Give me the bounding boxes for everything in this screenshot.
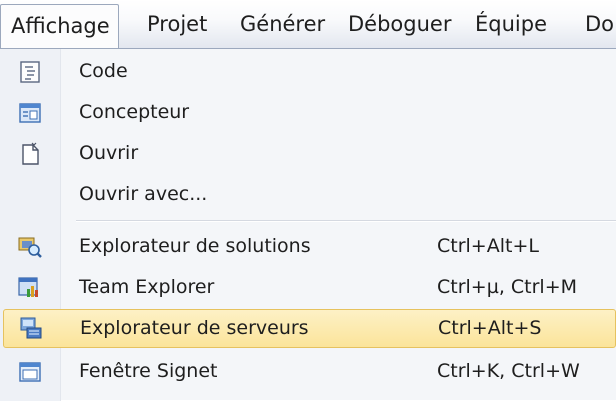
menu-item-explorateur-solutions[interactable]: Explorateur de solutions Ctrl+Alt+L [0, 227, 616, 266]
menu-item-ouvrir[interactable]: Ouvrir [0, 134, 616, 173]
menu-generer[interactable]: Générer [240, 0, 325, 48]
menu-item-label: Explorateur de solutions [79, 235, 311, 257]
server-explorer-icon [20, 317, 42, 339]
team-explorer-icon [18, 277, 38, 297]
menu-separator [76, 220, 616, 222]
menu-affichage[interactable]: Affichage [0, 4, 119, 48]
menu-item-label: Code [79, 60, 128, 82]
menu-item-shortcut: Ctrl+K, Ctrl+W [437, 360, 580, 382]
menu-bar: Affichage Projet Générer Déboguer Équipe… [0, 0, 616, 48]
menu-item-team-explorer[interactable]: Team Explorer Ctrl+µ, Ctrl+M [0, 268, 616, 307]
menu-item-fenetre-signet[interactable]: Fenêtre Signet Ctrl+K, Ctrl+W [0, 352, 616, 391]
menu-item-shortcut: Ctrl+Alt+S [438, 317, 542, 339]
menu-item-label: Team Explorer [79, 276, 215, 298]
menu-item-label: Ouvrir [79, 142, 139, 164]
menu-item-concepteur[interactable]: Concepteur [0, 93, 616, 132]
menu-item-ouvrir-avec[interactable]: Ouvrir avec... [0, 175, 616, 214]
menu-item-explorateur-serveurs[interactable]: Explorateur de serveurs Ctrl+Alt+S [3, 309, 616, 348]
bookmark-window-icon [19, 362, 41, 382]
menu-item-code[interactable]: Code [0, 52, 616, 91]
menu-projet[interactable]: Projet [147, 0, 207, 48]
menu-deboguer[interactable]: Déboguer [348, 0, 451, 48]
menu-item-shortcut: Ctrl+µ, Ctrl+M [437, 276, 578, 298]
menu-item-label: Ouvrir avec... [79, 183, 208, 205]
code-icon [20, 61, 40, 83]
menu-equipe[interactable]: Équipe [475, 0, 547, 48]
menu-item-label: Explorateur de serveurs [80, 317, 309, 339]
designer-icon [19, 103, 41, 123]
menu-item-shortcut: Ctrl+Alt+L [437, 235, 539, 257]
open-file-icon [22, 142, 39, 165]
menu-do[interactable]: Do [585, 0, 614, 48]
solution-explorer-icon [18, 237, 42, 258]
menu-item-label: Fenêtre Signet [79, 360, 218, 382]
affichage-dropdown-menu: Code Concepteur Ouvrir Ouvrir avec... Ex… [0, 48, 616, 401]
menu-item-label: Concepteur [79, 101, 190, 123]
